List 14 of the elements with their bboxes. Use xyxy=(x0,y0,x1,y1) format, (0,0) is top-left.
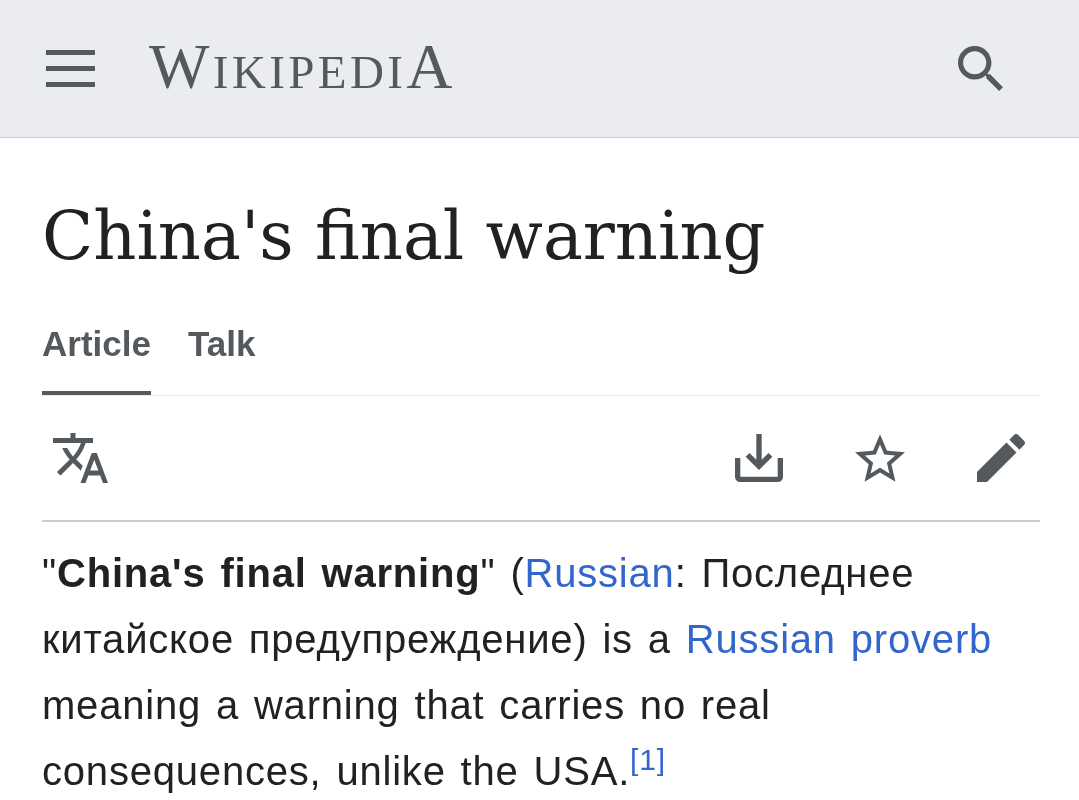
search-icon[interactable] xyxy=(958,46,1003,91)
tab[interactable]: Article xyxy=(42,326,151,395)
wikipedia-wordmark[interactable]: WIKIPEDIA xyxy=(149,34,456,99)
menu-icon[interactable] xyxy=(46,50,95,87)
reference-link[interactable]: [1] xyxy=(630,743,666,776)
page-title: China's final warning xyxy=(42,196,766,276)
translate-icon[interactable] xyxy=(53,433,108,483)
tab[interactable]: Talk xyxy=(187,326,256,395)
article-paragraph: "China's final warning" (Russian: Последнее китайское предупреждение) is a Russian proverb meaning a warning that carries no real consequences, unlike the USA.$^{[1]}$ xyxy=(42,550,994,795)
star-icon[interactable] xyxy=(855,434,905,482)
link[interactable]: Russian xyxy=(524,551,675,595)
download-icon[interactable] xyxy=(735,434,783,482)
link[interactable]: Russian proverb xyxy=(685,617,993,661)
pencil-icon[interactable] xyxy=(977,434,1025,482)
